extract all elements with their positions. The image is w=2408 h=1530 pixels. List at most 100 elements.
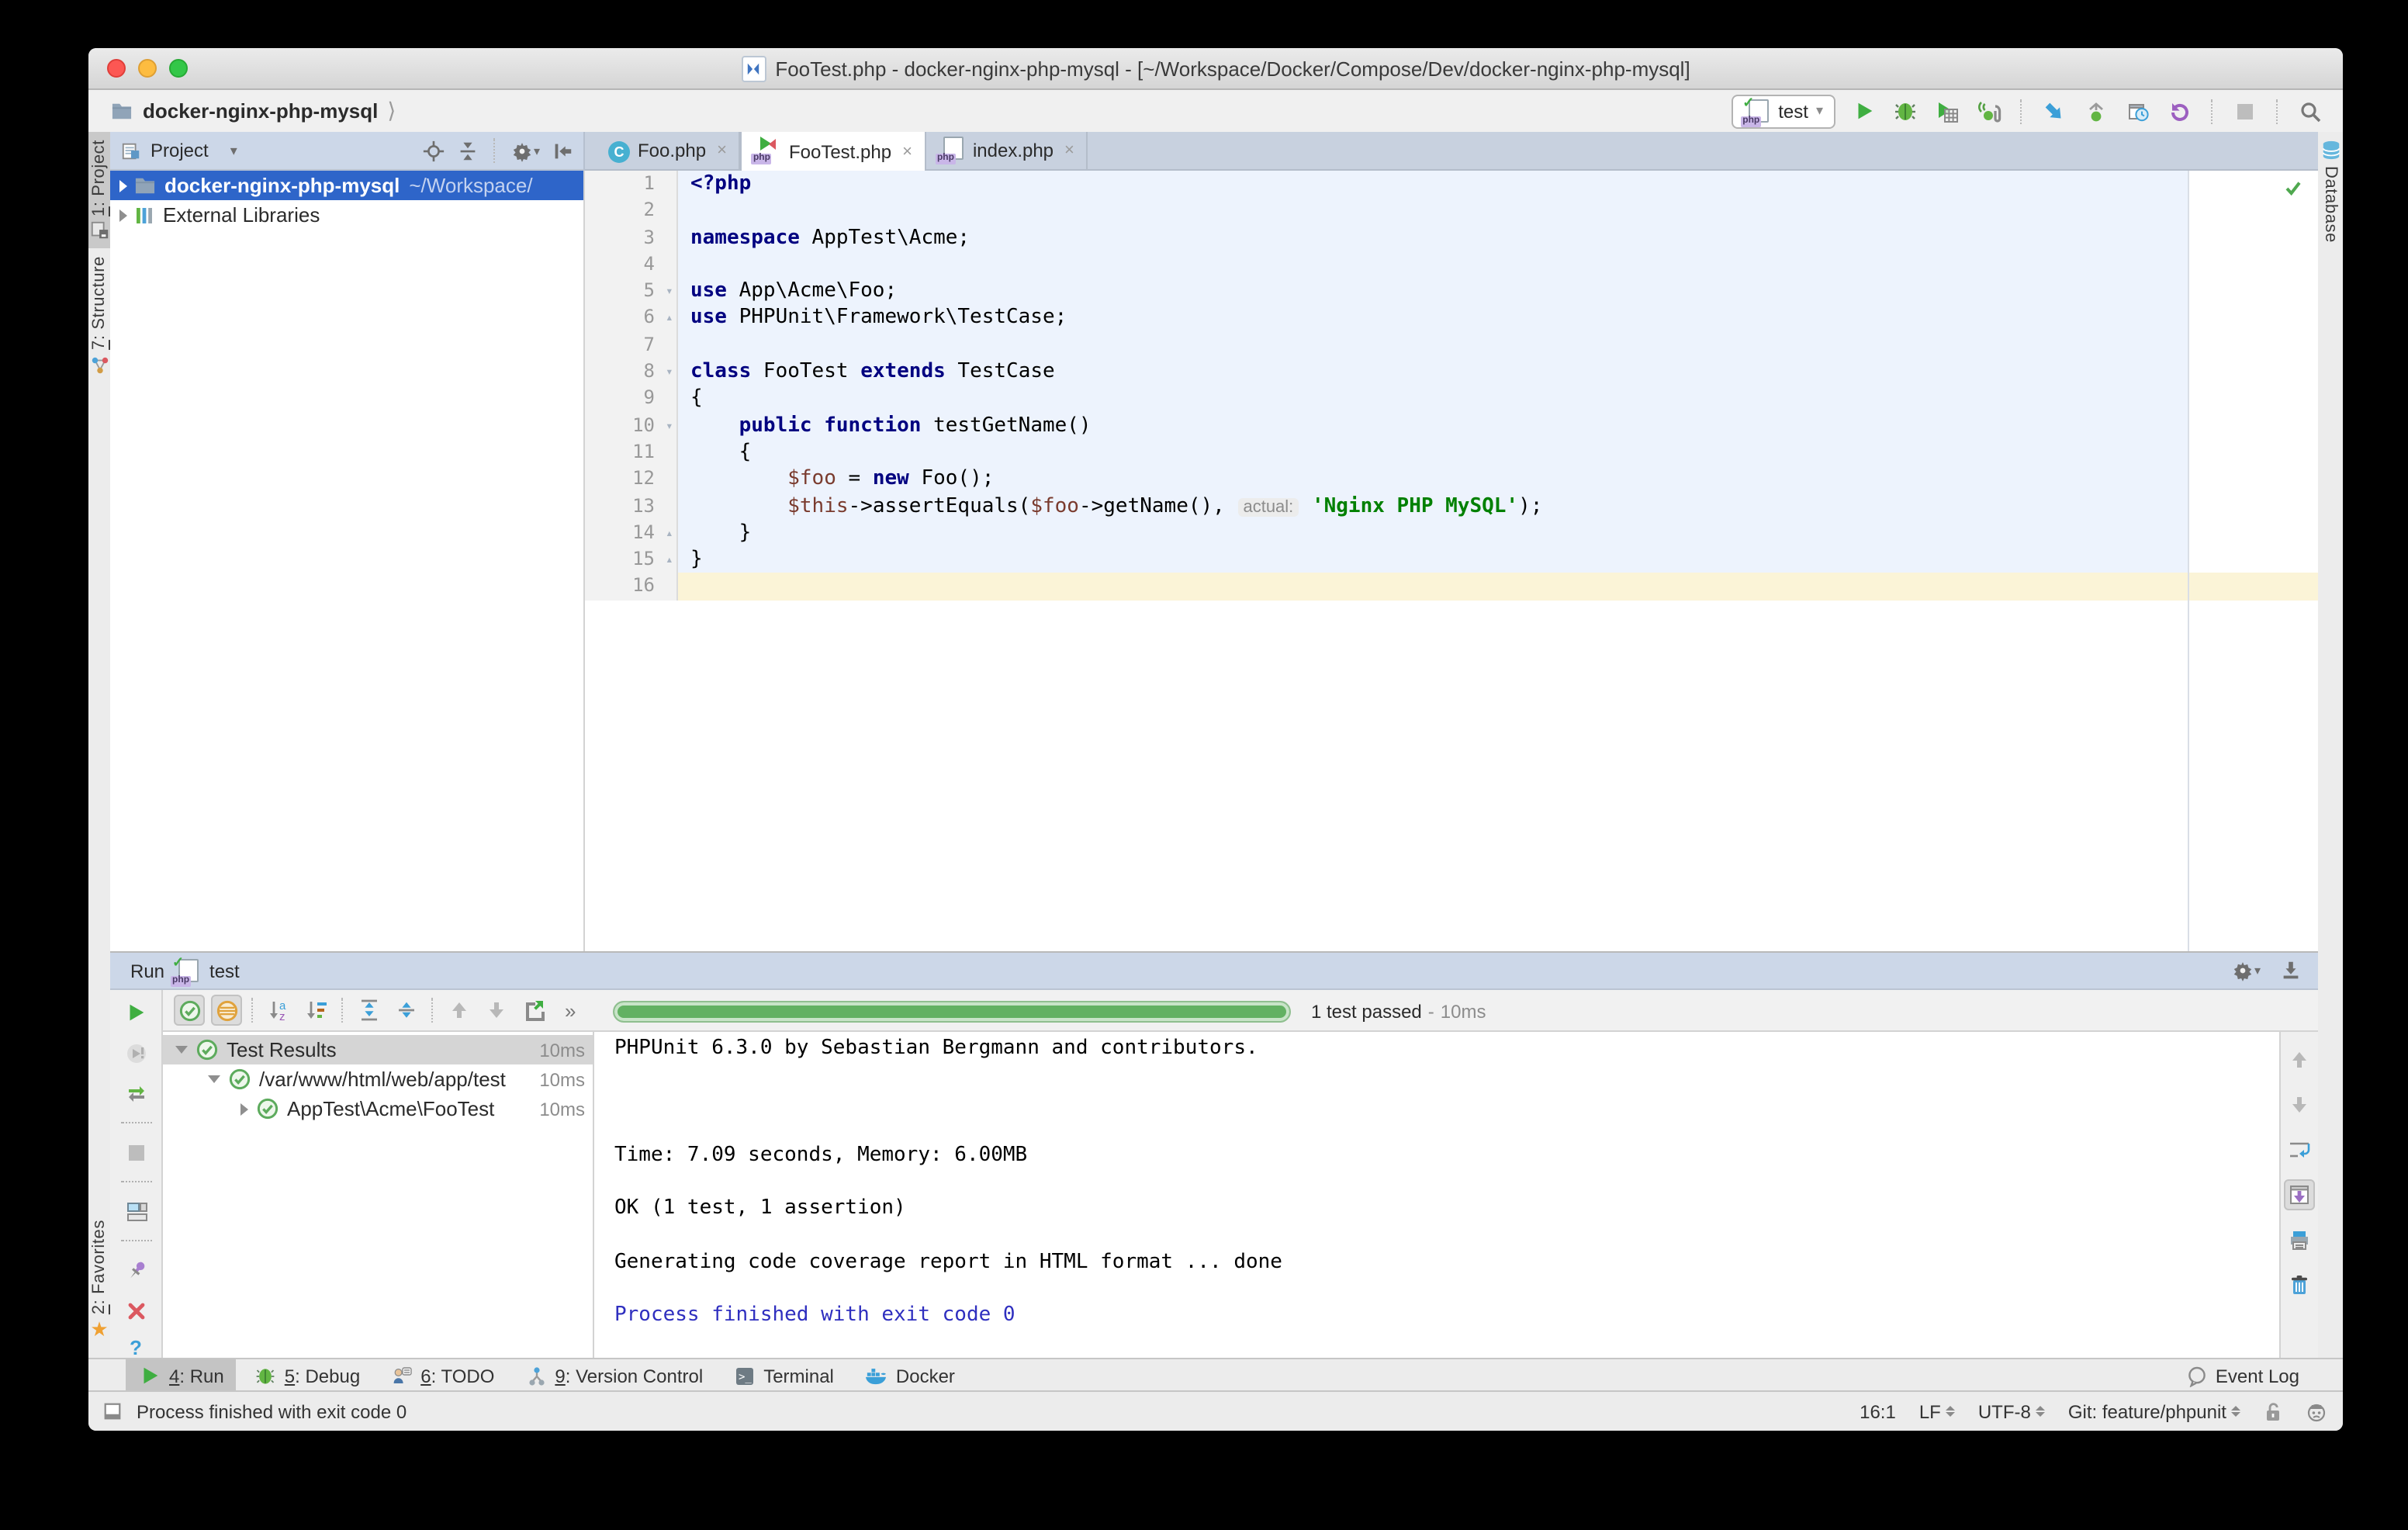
stripe-button-structure[interactable]: 7: Structure [89, 249, 109, 383]
toolwindow-button-todo[interactable]: 6: TODO [379, 1359, 507, 1392]
test-tree-row[interactable]: /var/www/html/web/app/test10ms [163, 1064, 593, 1094]
fold-marker-icon[interactable]: ▾ [666, 358, 673, 386]
search-everywhere-button[interactable] [2296, 97, 2324, 125]
fold-marker-icon[interactable]: ▴ [666, 305, 673, 332]
fold-marker-icon[interactable]: ▾ [666, 412, 673, 439]
git-branch-widget[interactable]: Git: feature/phpunit [2068, 1400, 2240, 1422]
code-line-5[interactable]: 5▾use App\Acme\Foo; [585, 278, 2318, 305]
code-editor[interactable]: 1<?php2 3namespace AppTest\Acme;4 5▾use … [585, 171, 2318, 951]
test-results-tree[interactable]: Test Results10ms/var/www/html/web/app/te… [163, 1032, 594, 1359]
restore-layout-button[interactable] [120, 1196, 151, 1226]
tab-close-icon[interactable]: × [902, 142, 912, 161]
update-project-button[interactable] [2040, 97, 2068, 125]
expand-arrow-icon[interactable] [240, 1102, 248, 1115]
expand-arrow-icon[interactable] [119, 209, 127, 221]
code-line-8[interactable]: 8▾class FooTest extends TestCase [585, 358, 2318, 386]
fold-marker-icon[interactable]: ▾ [666, 278, 673, 305]
fold-marker-icon[interactable]: ▴ [666, 546, 673, 573]
rerun-failed-tests-button[interactable] [120, 1038, 151, 1068]
test-tree-row[interactable]: AppTest\Acme\FooTest10ms [163, 1094, 593, 1123]
caret-position-widget[interactable]: 16:1 [1860, 1400, 1896, 1422]
tab-footest.php[interactable]: phpFooTest.php× [741, 132, 926, 171]
toolwindow-button-docker[interactable]: Docker [853, 1359, 967, 1392]
run-configuration-selector[interactable]: ✓php test ▾ [1732, 94, 1835, 128]
stop-process-button[interactable] [120, 1137, 151, 1167]
listen-debug-connections-button[interactable] [1975, 97, 2003, 125]
code-line-2[interactable]: 2 [585, 198, 2318, 225]
help-button[interactable]: ? [130, 1336, 142, 1359]
tab-close-icon[interactable]: × [1064, 141, 1074, 160]
code-line-16[interactable]: 16 [585, 573, 2318, 601]
scroll-to-end-button[interactable] [2284, 1179, 2315, 1210]
collapse-all-button[interactable] [456, 139, 479, 162]
toolwindow-button-run[interactable]: 4: Run [126, 1359, 237, 1392]
expand-all-button[interactable] [354, 995, 385, 1026]
code-line-13[interactable]: 13 $this->assertEquals($foo->getName(), … [585, 493, 2318, 520]
breadcrumb[interactable]: docker-nginx-php-mysql ⟩ [110, 98, 396, 124]
collapse-arrow-icon[interactable] [208, 1075, 220, 1083]
more-actions-icon[interactable]: » [565, 999, 576, 1022]
stripe-button-favorites[interactable]: 2: Favorites★ [90, 1212, 109, 1347]
rerun-button[interactable] [120, 998, 151, 1027]
tab-index.php[interactable]: phpindex.php× [926, 132, 1088, 169]
tool-window-toggle-icon[interactable] [102, 1401, 123, 1421]
readonly-lock-icon[interactable] [2264, 1400, 2282, 1422]
show-passed-toggle[interactable] [174, 995, 205, 1026]
sort-alphabetically-button[interactable]: az [264, 995, 295, 1026]
minimize-window-button[interactable] [138, 59, 157, 78]
close-window-button[interactable] [107, 59, 126, 78]
event-log-button[interactable]: Event Log [2186, 1365, 2299, 1386]
local-history-button[interactable] [2124, 97, 2152, 125]
soft-wrap-button[interactable] [2284, 1134, 2315, 1165]
toggle-auto-test-button[interactable] [120, 1078, 151, 1108]
code-line-9[interactable]: 9{ [585, 386, 2318, 413]
encoding-widget[interactable]: UTF-8 [1978, 1400, 2045, 1422]
zoom-window-button[interactable] [169, 59, 188, 78]
code-line-7[interactable]: 7 [585, 332, 2318, 359]
close-panel-button[interactable] [120, 1296, 151, 1325]
project-tree-row-libraries[interactable]: External Libraries [110, 200, 583, 230]
next-failed-test-button[interactable] [481, 995, 512, 1026]
code-line-3[interactable]: 3namespace AppTest\Acme; [585, 224, 2318, 251]
code-line-12[interactable]: 12 $foo = new Foo(); [585, 466, 2318, 493]
debug-button[interactable] [1891, 97, 1919, 125]
fold-marker-icon[interactable]: ▴ [666, 520, 673, 547]
code-line-14[interactable]: 14▴ } [585, 520, 2318, 547]
expand-arrow-icon[interactable] [119, 179, 127, 192]
settings-gear-button[interactable]: ▾ [510, 139, 540, 162]
code-line-6[interactable]: 6▴use PHPUnit\Framework\TestCase; [585, 305, 2318, 332]
previous-failed-test-button[interactable] [444, 995, 475, 1026]
tab-foo.php[interactable]: CFoo.php× [596, 132, 741, 169]
chevron-down-icon[interactable]: ▾ [230, 142, 237, 159]
tab-close-icon[interactable]: × [717, 141, 727, 160]
pin-tab-button[interactable] [120, 1255, 151, 1285]
project-tree-panel[interactable]: docker-nginx-php-mysql ~/Workspace/ Exte… [110, 171, 585, 951]
next-occurrence-button[interactable] [2284, 1089, 2315, 1120]
rollback-button[interactable] [2166, 97, 2194, 125]
clear-all-button[interactable] [2284, 1269, 2315, 1300]
code-line-4[interactable]: 4 [585, 251, 2318, 279]
stripe-button-database[interactable]: Database [2320, 132, 2341, 251]
code-line-15[interactable]: 15▴} [585, 546, 2318, 573]
settings-gear-button[interactable]: ▾ [2231, 959, 2261, 982]
run-console[interactable]: PHPUnit 6.3.0 by Sebastian Bergmann and … [594, 1032, 2279, 1359]
line-separator-widget[interactable]: LF [1919, 1400, 1955, 1422]
commit-changes-button[interactable] [2082, 97, 2110, 125]
stop-button[interactable] [2231, 97, 2259, 125]
run-with-coverage-button[interactable] [1933, 97, 1961, 125]
highlighting-level-icon[interactable] [2306, 1400, 2327, 1422]
code-line-1[interactable]: 1<?php [585, 171, 2318, 198]
collapse-all-button[interactable] [391, 995, 422, 1026]
hide-panel-button[interactable] [2279, 959, 2302, 982]
print-button[interactable] [2284, 1224, 2315, 1255]
sort-by-duration-button[interactable] [301, 995, 332, 1026]
inspection-status-icon[interactable] [2284, 178, 2302, 197]
collapse-arrow-icon[interactable] [175, 1046, 188, 1054]
test-tree-row[interactable]: Test Results10ms [163, 1035, 593, 1064]
code-line-10[interactable]: 10▾ public function testGetName() [585, 412, 2318, 439]
toolwindow-button-versioncontrol[interactable]: 9: Version Control [513, 1359, 715, 1392]
project-tree-row-root[interactable]: docker-nginx-php-mysql ~/Workspace/ [110, 171, 583, 200]
toolwindow-button-terminal[interactable]: >_Terminal [721, 1359, 846, 1392]
code-line-11[interactable]: 11 { [585, 439, 2318, 466]
locate-file-button[interactable] [422, 139, 445, 162]
